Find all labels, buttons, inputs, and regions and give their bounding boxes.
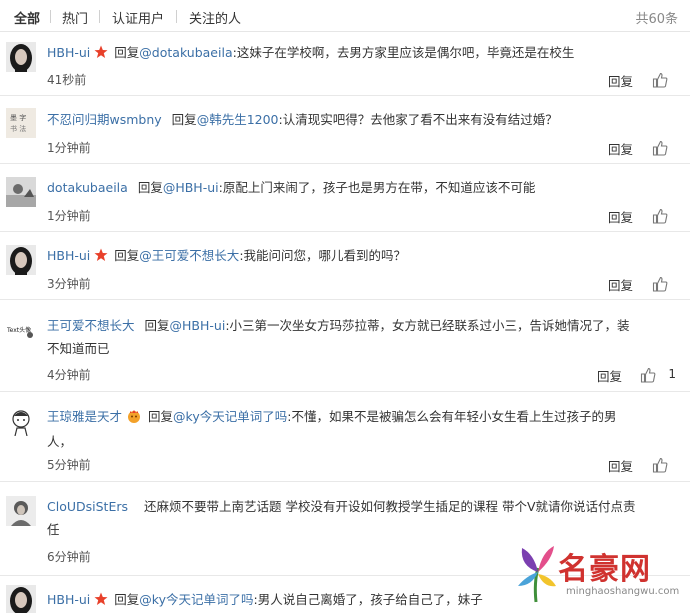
reply-prefix: 回复 (148, 409, 174, 424)
watermark-url: minghaoshangwu.com (566, 586, 680, 597)
reply-prefix: 回复 (137, 180, 163, 195)
comment-text: HBH-ui 回复@dotakubaeila:这妹子在学校啊，去男方家里应该是偶尔… (47, 42, 677, 66)
reply-button[interactable]: 回复 (608, 275, 633, 294)
like-thumb-icon[interactable] (652, 276, 670, 292)
comment-author[interactable]: HBH-ui (47, 592, 90, 607)
avatar[interactable] (6, 585, 36, 613)
comment-body-continued: 人， (47, 434, 73, 449)
comment-body: :男人说自己离婚了，孩子给自己了，妹子 (253, 592, 483, 607)
comment-text: 不忍问归期wsmbny 回复@韩先生1200:认清现实吧得？去他家了看不出来有没有… (47, 109, 677, 131)
comment-body: :原配上门来闹了，孩子也是男方在带，不知道应该不可能 (218, 180, 536, 195)
like-thumb-icon[interactable] (652, 140, 670, 156)
mention-link[interactable]: @ky今天记单词了吗 (139, 592, 253, 607)
crown-badge-icon (126, 407, 142, 430)
comment-body: :认清现实吧得？去他家了看不出来有没有结过婚？ (278, 112, 558, 127)
avatar[interactable] (6, 496, 36, 526)
comment-author[interactable]: CloUDsiStErs (47, 499, 128, 514)
star-badge-icon (94, 44, 108, 66)
mention-link[interactable]: @HBH-ui (163, 180, 219, 195)
like-thumb-icon[interactable] (652, 457, 670, 473)
comment-total-count: 共60条 (635, 12, 678, 27)
mention-link[interactable]: @韩先生1200 (197, 112, 279, 127)
mention-link[interactable]: @HBH-ui (170, 318, 226, 333)
comment-item: HBH-ui 回复@dotakubaeila:这妹子在学校啊，去男方家里应该是偶尔… (0, 32, 690, 96)
comment-body: :不懂，如果不是被骗怎么会有年轻小女生看上生过孩子的男 (287, 409, 617, 424)
comment-author[interactable]: HBH-ui (47, 248, 90, 263)
comment-time: 4分钟前 (47, 368, 91, 382)
reply-button[interactable]: 回复 (597, 366, 622, 385)
reply-prefix: 回复 (114, 45, 140, 60)
avatar[interactable] (6, 177, 36, 207)
comment-text: 王可爱不想长大 回复@HBH-ui:小三第一次坐女方玛莎拉蒂，女方就已经联系过小三… (47, 314, 677, 360)
comment-text: CloUDsiStErs 还麻烦不要带上南艺话题 学校没有开设如何教授学生插足的课… (47, 495, 677, 541)
comment-body-continued: 任 (47, 522, 60, 537)
comment-time: 41秒前 (47, 73, 87, 87)
comment-text: dotakubaeila 回复@HBH-ui:原配上门来闹了，孩子也是男方在带，不… (47, 177, 677, 199)
avatar[interactable]: Text头像 (6, 314, 36, 344)
comment-time: 6分钟前 (47, 550, 91, 564)
comment-author[interactable]: HBH-ui (47, 45, 90, 60)
comment-author[interactable]: 王可爱不想长大 (47, 318, 135, 333)
comment-time: 1分钟前 (47, 141, 91, 155)
comment-text: HBH-ui 回复@王可爱不想长大:我能问问您，哪儿看到的吗？ (47, 245, 677, 269)
mention-link[interactable]: @ky今天记单词了吗 (173, 409, 287, 424)
avatar[interactable]: 墨 字书 法 (6, 108, 36, 138)
comment-item: dotakubaeila 回复@HBH-ui:原配上门来闹了，孩子也是男方在带，不… (0, 164, 690, 232)
tab-divider (50, 10, 51, 23)
reply-prefix: 回复 (144, 318, 170, 333)
comment-time: 1分钟前 (47, 209, 91, 223)
comment-body: :小三第一次坐女方玛莎拉蒂，女方就已经联系过小三，告诉她情况了，装 (225, 318, 630, 333)
site-watermark: 名豪网 minghaoshangwu.com (510, 538, 690, 613)
comment-author[interactable]: 王琼雅是天才 (47, 409, 122, 424)
comment-body: 还麻烦不要带上南艺话题 学校没有开设如何教授学生插足的课程 带个V就请你说话付点… (144, 499, 636, 514)
svg-text:Text头像: Text头像 (6, 326, 31, 334)
reply-prefix: 回复 (114, 592, 140, 607)
like-count: 1 (668, 367, 676, 381)
comment-body: :这妹子在学校啊，去男方家里应该是偶尔吧，毕竟还是在校生 (232, 45, 575, 60)
comment-item: Text头像 王可爱不想长大 回复@HBH-ui:小三第一次坐女方玛莎拉蒂，女方就… (0, 300, 690, 392)
reply-prefix: 回复 (114, 248, 140, 263)
like-thumb-icon[interactable] (640, 367, 658, 383)
like-thumb-icon[interactable] (652, 72, 670, 88)
tab-verified-users[interactable]: 认证用户 (112, 8, 164, 27)
like-thumb-icon[interactable] (652, 208, 670, 224)
star-badge-icon (94, 591, 108, 613)
svg-text:墨 字: 墨 字 (10, 113, 26, 122)
comment-time: 5分钟前 (47, 458, 91, 472)
comment-author[interactable]: 不忍问归期wsmbny (47, 112, 162, 127)
avatar[interactable] (6, 245, 36, 275)
comment-item: HBH-ui 回复@王可爱不想长大:我能问问您，哪儿看到的吗？ 3分钟前 回复 (0, 232, 690, 300)
avatar[interactable] (6, 42, 36, 72)
comment-body-continued: 不知道而已 (47, 341, 110, 356)
reply-button[interactable]: 回复 (608, 456, 633, 475)
watermark-title: 名豪网 (558, 552, 651, 587)
tab-following[interactable]: 关注的人 (189, 8, 241, 27)
tab-hot[interactable]: 热门 (62, 8, 88, 27)
comment-item: 王琼雅是天才 回复@ky今天记单词了吗:不懂，如果不是被骗怎么会有年轻小女生看上生… (0, 392, 690, 482)
comment-item: 墨 字书 法 不忍问归期wsmbny 回复@韩先生1200:认清现实吧得？去他家了… (0, 96, 690, 164)
svg-text:书 法: 书 法 (10, 124, 26, 133)
reply-button[interactable]: 回复 (608, 139, 633, 158)
comment-filter-tabs: 全部 热门 认证用户 关注的人 共60条 (0, 0, 690, 32)
avatar[interactable] (6, 406, 36, 436)
comment-author[interactable]: dotakubaeila (47, 180, 128, 195)
comment-time: 3分钟前 (47, 277, 91, 291)
comment-text: 王琼雅是天才 回复@ky今天记单词了吗:不懂，如果不是被骗怎么会有年轻小女生看上生… (47, 405, 677, 453)
tab-divider (176, 10, 177, 23)
mention-link[interactable]: @王可爱不想长大 (139, 248, 239, 263)
comment-body: :我能问问您，哪儿看到的吗？ (239, 248, 407, 263)
star-badge-icon (94, 247, 108, 269)
tab-divider (99, 10, 100, 23)
reply-prefix: 回复 (171, 112, 197, 127)
reply-button[interactable]: 回复 (608, 71, 633, 90)
mention-link[interactable]: @dotakubaeila (139, 45, 232, 60)
reply-button[interactable]: 回复 (608, 207, 633, 226)
tab-all[interactable]: 全部 (14, 8, 40, 27)
flower-logo-icon (518, 546, 556, 603)
